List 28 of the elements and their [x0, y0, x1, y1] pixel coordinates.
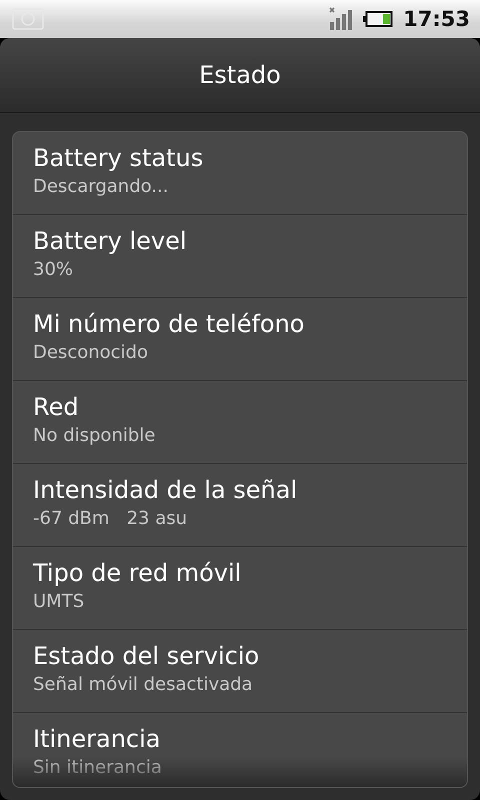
status-row[interactable]: Battery level 30%	[13, 215, 467, 298]
item-value: Sin itinerancia	[33, 757, 162, 778]
window-title: Estado	[199, 61, 281, 89]
item-title: Estado del servicio	[33, 642, 260, 670]
status-row[interactable]: Mi número de teléfono Desconocido	[13, 298, 467, 381]
status-row[interactable]: Tipo de red móvil UMTS	[13, 547, 467, 630]
item-value: UMTS	[33, 591, 84, 612]
item-value: Descargando...	[33, 176, 168, 197]
status-row[interactable]: Intensidad de la señal -67 dBm 23 asu	[13, 464, 467, 547]
status-row[interactable]: Itinerancia Sin itinerancia	[13, 713, 467, 787]
item-value: -67 dBm 23 asu	[33, 508, 188, 529]
clock-time: 17:53	[403, 7, 470, 31]
item-title: Battery status	[33, 144, 204, 172]
item-value: No disponible	[33, 425, 156, 446]
no-signal-icon	[329, 7, 354, 31]
item-title: Red	[33, 393, 79, 421]
item-value: Desconocido	[33, 342, 148, 363]
status-row[interactable]: Battery status Descargando...	[13, 132, 467, 215]
item-value: 30%	[33, 259, 74, 280]
status-row[interactable]: Estado del servicio Señal móvil desactivada	[13, 630, 467, 713]
battery-icon	[363, 11, 394, 27]
item-title: Tipo de red móvil	[33, 559, 242, 587]
item-title: Intensidad de la señal	[33, 476, 298, 504]
status-row[interactable]: Red No disponible	[13, 381, 467, 464]
item-title: Mi número de teléfono	[33, 310, 304, 338]
item-title: Battery level	[33, 227, 187, 255]
item-value: Señal móvil desactivada	[33, 674, 253, 695]
item-title: Itinerancia	[33, 725, 160, 753]
